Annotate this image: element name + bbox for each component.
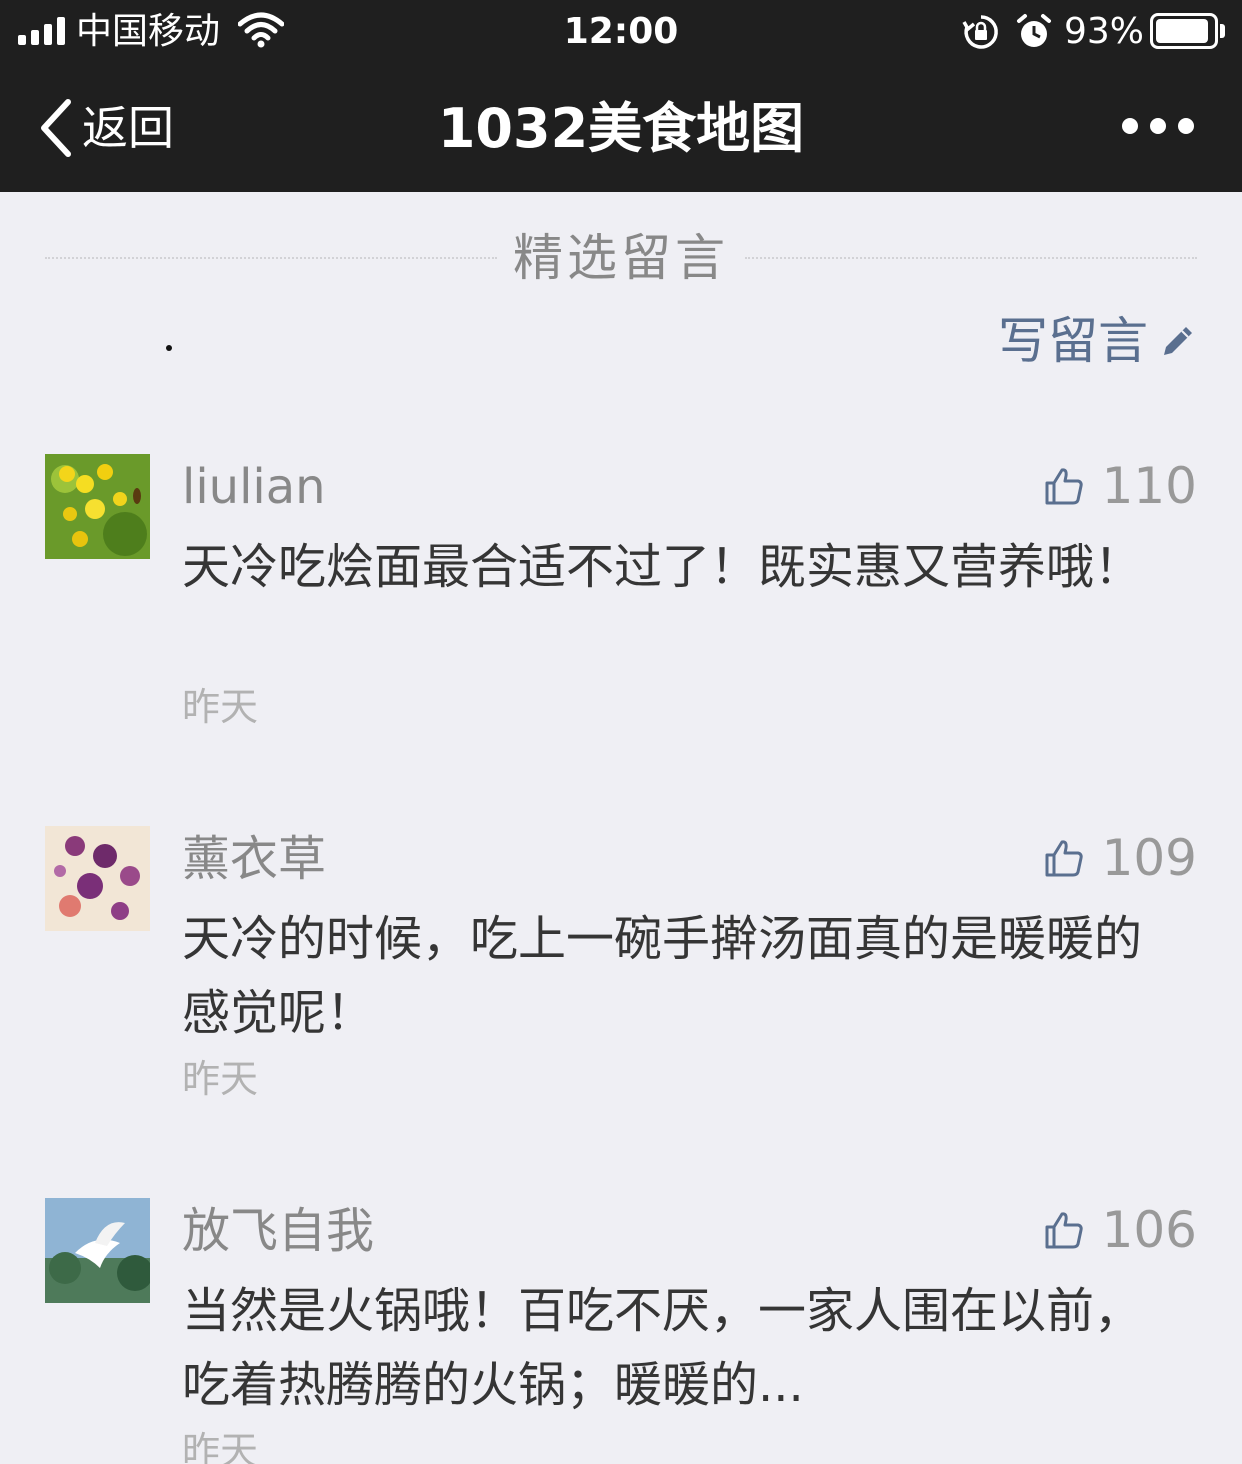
comment-text: 当然是火锅哦！百吃不厌，一家人围在以前，吃着热腾腾的火锅；暖暖的... — [182, 1283, 1143, 1413]
comment-time: 昨天 — [182, 1057, 259, 1101]
battery-icon — [1150, 13, 1218, 49]
thumbs-up-icon — [1045, 468, 1083, 505]
navigation-bar: 返回 1032美食地图 — [0, 66, 1242, 192]
like-count: 106 — [1101, 1201, 1197, 1259]
like-button[interactable]: 106 — [1044, 1198, 1197, 1262]
comment-time: 昨天 — [182, 1429, 259, 1464]
status-bar: 中国移动 12:00 93% — [0, 0, 1242, 66]
pencil-icon — [1164, 327, 1192, 355]
commenter-name[interactable]: 薰衣草 — [182, 828, 326, 890]
thumbs-up-icon — [1045, 1212, 1083, 1249]
alarm-clock-icon — [1016, 13, 1052, 55]
avatar[interactable] — [45, 454, 150, 559]
comment-item: 薰衣草 109 天冷的时候，吃上一碗手擀汤面真的是暖暖的感觉呢！ 昨天 — [45, 826, 1197, 1116]
like-count: 110 — [1101, 457, 1197, 515]
clock: 12:00 — [563, 11, 679, 52]
featured-comments-header: 精选留言 — [45, 222, 1197, 294]
battery-percentage: 93% — [1064, 11, 1145, 52]
rotation-lock-icon — [962, 13, 1000, 55]
comment-text: 天冷吃烩面最合适不过了！既实惠又营养哦！ — [182, 539, 1143, 595]
avatar[interactable] — [45, 826, 150, 931]
commenter-name[interactable]: liulian — [182, 456, 326, 518]
like-button[interactable]: 109 — [1044, 826, 1197, 890]
commenter-name[interactable]: 放飞自我 — [182, 1200, 374, 1262]
comment-text: 天冷的时候，吃上一碗手擀汤面真的是暖暖的感觉呢！ — [182, 911, 1143, 1041]
write-comment-button[interactable]: 写留言 — [998, 310, 1198, 372]
decorative-dot — [166, 345, 172, 351]
page-title: 1032美食地图 — [437, 97, 805, 160]
like-count: 109 — [1101, 829, 1197, 887]
thumbs-up-icon — [1045, 840, 1083, 877]
divider — [745, 257, 1197, 259]
comment-item: 放飞自我 106 当然是火锅哦！百吃不厌，一家人围在以前，吃着热腾腾的火锅；暖暖… — [45, 1198, 1197, 1464]
more-options-icon[interactable] — [1122, 118, 1194, 134]
avatar[interactable] — [45, 1198, 150, 1303]
like-button[interactable]: 110 — [1044, 454, 1197, 518]
comment-time: 昨天 — [182, 685, 259, 729]
write-comment-label: 写留言 — [998, 312, 1148, 370]
comment-item: liulian 110 天冷吃烩面最合适不过了！既实惠又营养哦！ 昨天 — [45, 454, 1197, 744]
